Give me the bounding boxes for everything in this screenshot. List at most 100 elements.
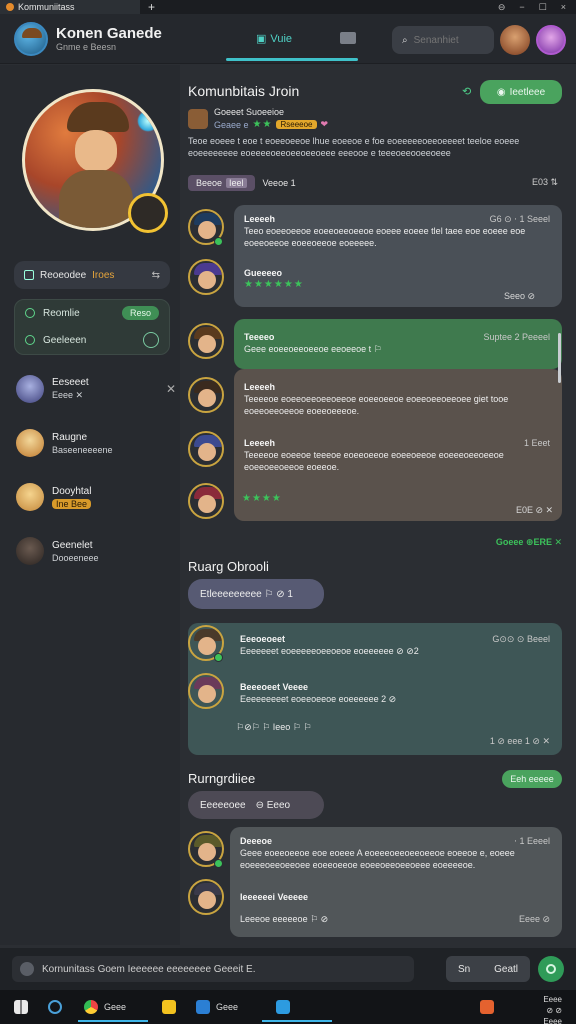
search-box[interactable]: ⌕	[392, 26, 494, 54]
friend-name: Dooyhtal	[52, 485, 92, 497]
user-avatar[interactable]	[536, 25, 566, 55]
reaction-row[interactable]: ⚐⊘⚐ ⚐ Ieeo ⚐ ⚐ 1 ⊘ eee 1 ⊘ ✕	[236, 721, 550, 746]
friend-avatar[interactable]	[500, 25, 530, 55]
friend-item[interactable]: Eeseeet Eeee ✕ ✕	[16, 371, 176, 407]
section-filter-pill[interactable]: Etleeeeeeeee ⚐ ⊘ 1	[188, 579, 324, 609]
message-avatar[interactable]	[188, 483, 224, 519]
folder-icon	[162, 1000, 176, 1014]
taskbar-app[interactable]: Geee	[196, 996, 238, 1018]
refresh-icon[interactable]: ⟲	[462, 85, 471, 98]
message-author: Deeeoe	[240, 836, 273, 846]
rating-stars: ★★	[252, 119, 273, 130]
app-subtitle: Gnme e Beesn	[56, 42, 117, 52]
compose-options-button[interactable]: Sn Geatl	[446, 956, 530, 982]
page-title: Komunbitais Jroin	[188, 83, 300, 99]
sidebar-filter-pill[interactable]: Reoeodee Iroes ⇆	[14, 261, 170, 289]
tab-favicon-icon	[6, 3, 14, 11]
camera-icon[interactable]	[340, 32, 356, 44]
chat-icon: ◉	[496, 86, 506, 98]
app-logo[interactable]	[14, 22, 48, 56]
message-time: E0E ⊘ ✕	[516, 505, 554, 515]
message-author: Gueeeeo	[244, 268, 283, 278]
clock-line: Eeee	[543, 995, 562, 1004]
message-author: Eeeoeoeet	[240, 634, 286, 644]
compose-option-left[interactable]: Sn	[458, 964, 470, 975]
tray-icons[interactable]	[480, 996, 494, 1018]
clock-line: ⊘ ⊘	[546, 1006, 562, 1015]
compose-option-right[interactable]: Geatl	[494, 964, 518, 975]
send-button[interactable]	[538, 956, 564, 982]
status-row-away[interactable]: Geeleeen	[15, 326, 169, 354]
message-avatar[interactable]	[188, 431, 224, 467]
maximize-button[interactable]: ☐	[539, 2, 547, 13]
message-input[interactable]: Kornunitass Goem Ieeeeee eeeeeeee Geeeit…	[12, 956, 414, 982]
message-body: Eeeeeeet eoeeeeeoeeoeoe eoeeeeee ⊘ ⊘2	[240, 646, 419, 656]
friend-avatar	[16, 483, 44, 511]
taskbar-edge[interactable]	[48, 996, 62, 1018]
section-filter-pill[interactable]: Eeeeeoee ⊖ Eeeo	[188, 791, 324, 819]
attach-icon[interactable]	[20, 962, 34, 976]
message-avatar[interactable]	[188, 377, 224, 413]
message-body: Leeeoe eeeeeoe ⚐ ⊘	[240, 914, 329, 924]
filter-option[interactable]: Eeeeeoee	[200, 800, 246, 811]
message-text: Deeeoe ⋅ 1 Eeeel Geee eoeeoeeoe eoe eoee…	[240, 835, 550, 871]
new-tab-button[interactable]: +	[148, 0, 155, 14]
friend-item[interactable]: Dooyhtal Ine Bee	[16, 479, 176, 515]
store-icon	[276, 1000, 290, 1014]
message-text: Leeeoe eeeeeoe ⚐ ⊘ Eeee ⊘	[240, 913, 550, 925]
message-avatar[interactable]	[188, 259, 224, 295]
filter-option[interactable]: ⊖ Eeeo	[256, 800, 291, 811]
profile-icon[interactable]: ⊖	[498, 2, 506, 13]
message-body: Geee eoeeoeeoeeoe eeoeeoe t ⚐	[244, 344, 382, 354]
search-input[interactable]	[413, 34, 482, 46]
message-author: Leeeeh	[244, 382, 276, 392]
status-label: Reomlie	[43, 307, 80, 319]
message-time: 1 ⊘ eee 1 ⊘ ✕	[489, 736, 550, 746]
join-button[interactable]: ◉ Ieetleee	[480, 80, 562, 104]
level-badge-icon[interactable]	[128, 193, 168, 233]
os-taskbar: Geee Geee Eeee ⊘ ⊘ Eeee	[0, 990, 576, 1024]
message-body: Eeeeeeeeet eoeeoeeoe eoeeeeee 2 ⊘	[240, 694, 397, 704]
scrollbar-thumb[interactable]	[558, 333, 561, 383]
message-avatar[interactable]	[188, 323, 224, 359]
message-time: G6 ⊙ ⋅ 1 Seeel	[489, 214, 550, 224]
online-indicator	[214, 653, 223, 662]
close-icon[interactable]: ✕	[166, 382, 176, 396]
reactions[interactable]: ⚐⊘⚐ ⚐ Ieeo ⚐ ⚐	[236, 722, 311, 732]
minimize-button[interactable]: −	[519, 2, 524, 13]
app-title: Konen Ganede	[56, 25, 162, 42]
windows-icon	[14, 1000, 28, 1014]
friend-avatar	[16, 537, 44, 565]
rating-stars: ★★★★★★	[244, 279, 304, 290]
sidebar-pill-label: Reoeodee	[40, 269, 87, 281]
message-time: Eeee ⊘	[518, 914, 550, 924]
notification-icon	[480, 1000, 494, 1014]
nav-tab-view[interactable]: ▣ Vuie	[256, 32, 292, 46]
taskbar-files[interactable]	[162, 996, 176, 1018]
message-body: Teeo eoeeoeeoe eoeeoeeoeeoe eoeee eoeee …	[244, 226, 526, 248]
message-avatar[interactable]	[188, 673, 224, 709]
message-text: Leeeeh 1 Eeet Teeeeoe eoeeoe teeeoe eoee…	[244, 437, 550, 473]
browser-tab[interactable]: Kommuniitass	[0, 0, 140, 14]
message-avatar[interactable]	[188, 879, 224, 915]
taskbar-store[interactable]	[276, 996, 290, 1018]
friend-item[interactable]: Geenelet Dooeeneee	[16, 533, 176, 569]
heart-icon[interactable]: ❤	[321, 119, 329, 130]
main-panel: Komunbitais Jroin ⟲ ◉ Ieetleee Goeeet Su…	[180, 65, 576, 945]
start-button[interactable]	[14, 996, 28, 1018]
status-panel: Reomlie Reso Geeleeen	[14, 299, 170, 355]
system-clock[interactable]: Eeee ⊘ ⊘ Eeee	[543, 994, 562, 1024]
swap-icon[interactable]: ⇆	[152, 270, 160, 281]
filter-chip[interactable]: Beeoe Ieel	[188, 175, 255, 191]
online-status-text: Goeee ⊕ERE ✕	[495, 537, 562, 547]
game-sub: Geaee e	[214, 119, 249, 130]
status-tag[interactable]: Reso	[121, 306, 159, 320]
taskbar-chrome[interactable]: Geee	[84, 996, 126, 1018]
sort-control[interactable]: E03 ⇅	[532, 177, 558, 188]
close-button[interactable]: ×	[561, 2, 566, 13]
friend-item[interactable]: Raugne Baseeneeeene	[16, 425, 176, 461]
section-action-button[interactable]: Eeh eeeee	[502, 770, 562, 788]
status-row-online[interactable]: Reomlie Reso	[15, 300, 169, 326]
toggle-icon[interactable]	[143, 332, 159, 348]
join-button-label: Ieetleee	[509, 86, 546, 98]
